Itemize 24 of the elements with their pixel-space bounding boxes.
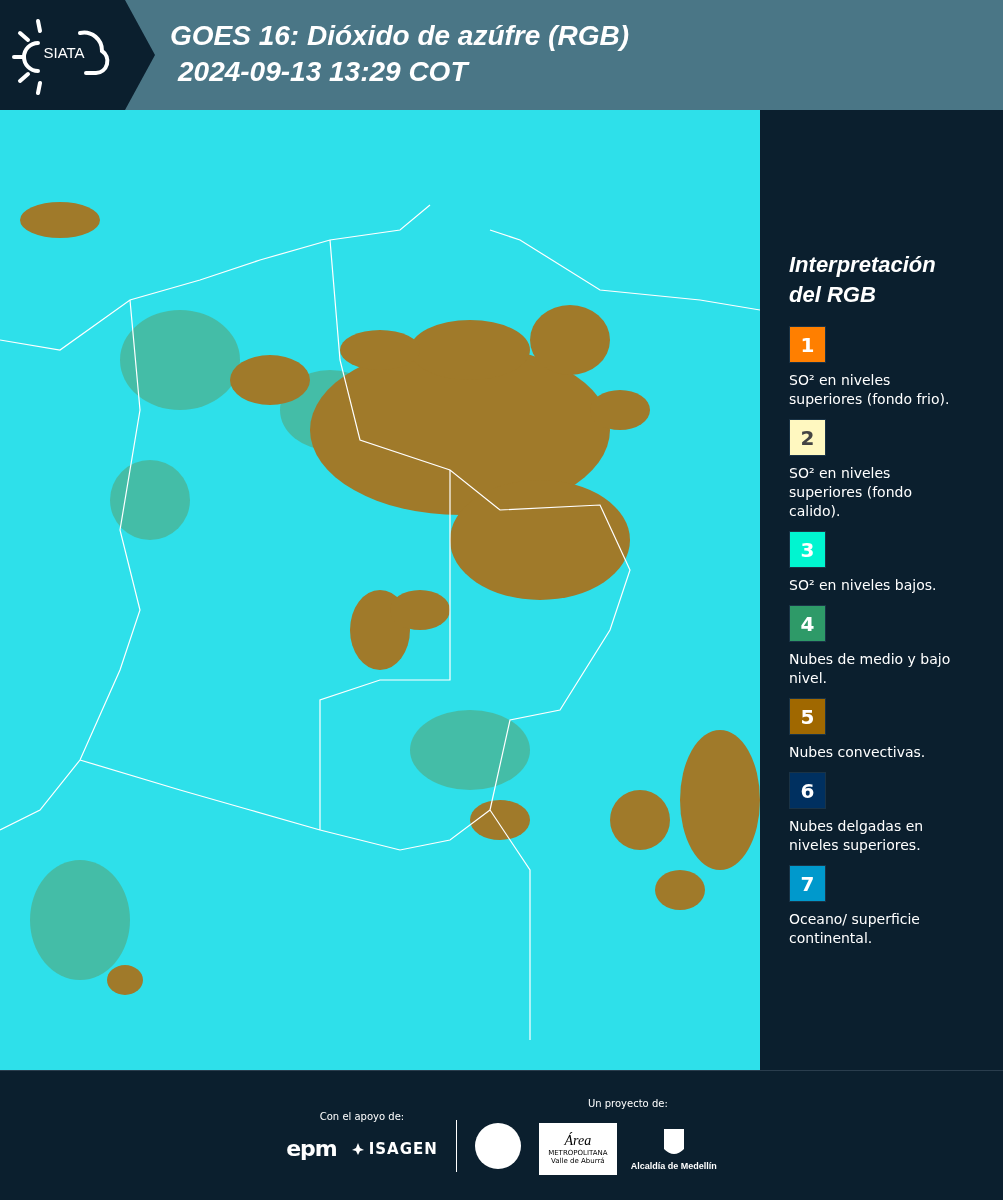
legend-text: Nubes convectivas. <box>789 743 927 762</box>
city-logo-text: Alcaldía de Medellín <box>630 1160 717 1171</box>
legend-swatch: 6 <box>789 772 826 809</box>
timestamp: 2024-09-13 13:29 COT <box>176 55 471 89</box>
sponsor-logo: ISAGEN <box>350 1139 438 1158</box>
legend-swatch: 2 <box>789 419 826 456</box>
product-title: GOES 16: Dióxido de azúfre (RGB) <box>170 19 629 53</box>
legend-text: SO² en niveles superiores (fondo calido). <box>789 464 913 521</box>
legend-text: SO² en niveles superiores (fondo frio). <box>789 371 951 409</box>
legend-text: Nubes delgadas en niveles superiores. <box>789 817 925 855</box>
legend-swatch: 1 <box>789 326 826 363</box>
legend-text: SO² en niveles bajos. <box>789 576 938 595</box>
support-label: Con el apoyo de: <box>319 1111 405 1122</box>
sponsor-logo: epm <box>286 1136 337 1161</box>
seal-icon <box>474 1123 521 1169</box>
legend-title: Interpretación del RGB <box>789 251 937 309</box>
legend-swatch: 4 <box>789 605 826 642</box>
logo-text: SIATA <box>43 44 85 61</box>
project-label: Un proyecto de: <box>587 1097 668 1109</box>
legend-swatch: 3 <box>789 531 826 568</box>
legend-swatch: 5 <box>789 698 826 735</box>
legend-text: Oceano/ superficie continental. <box>789 910 921 948</box>
legend-swatch: 7 <box>789 865 826 902</box>
legend-text: Nubes de medio y bajo nivel. <box>789 650 952 688</box>
